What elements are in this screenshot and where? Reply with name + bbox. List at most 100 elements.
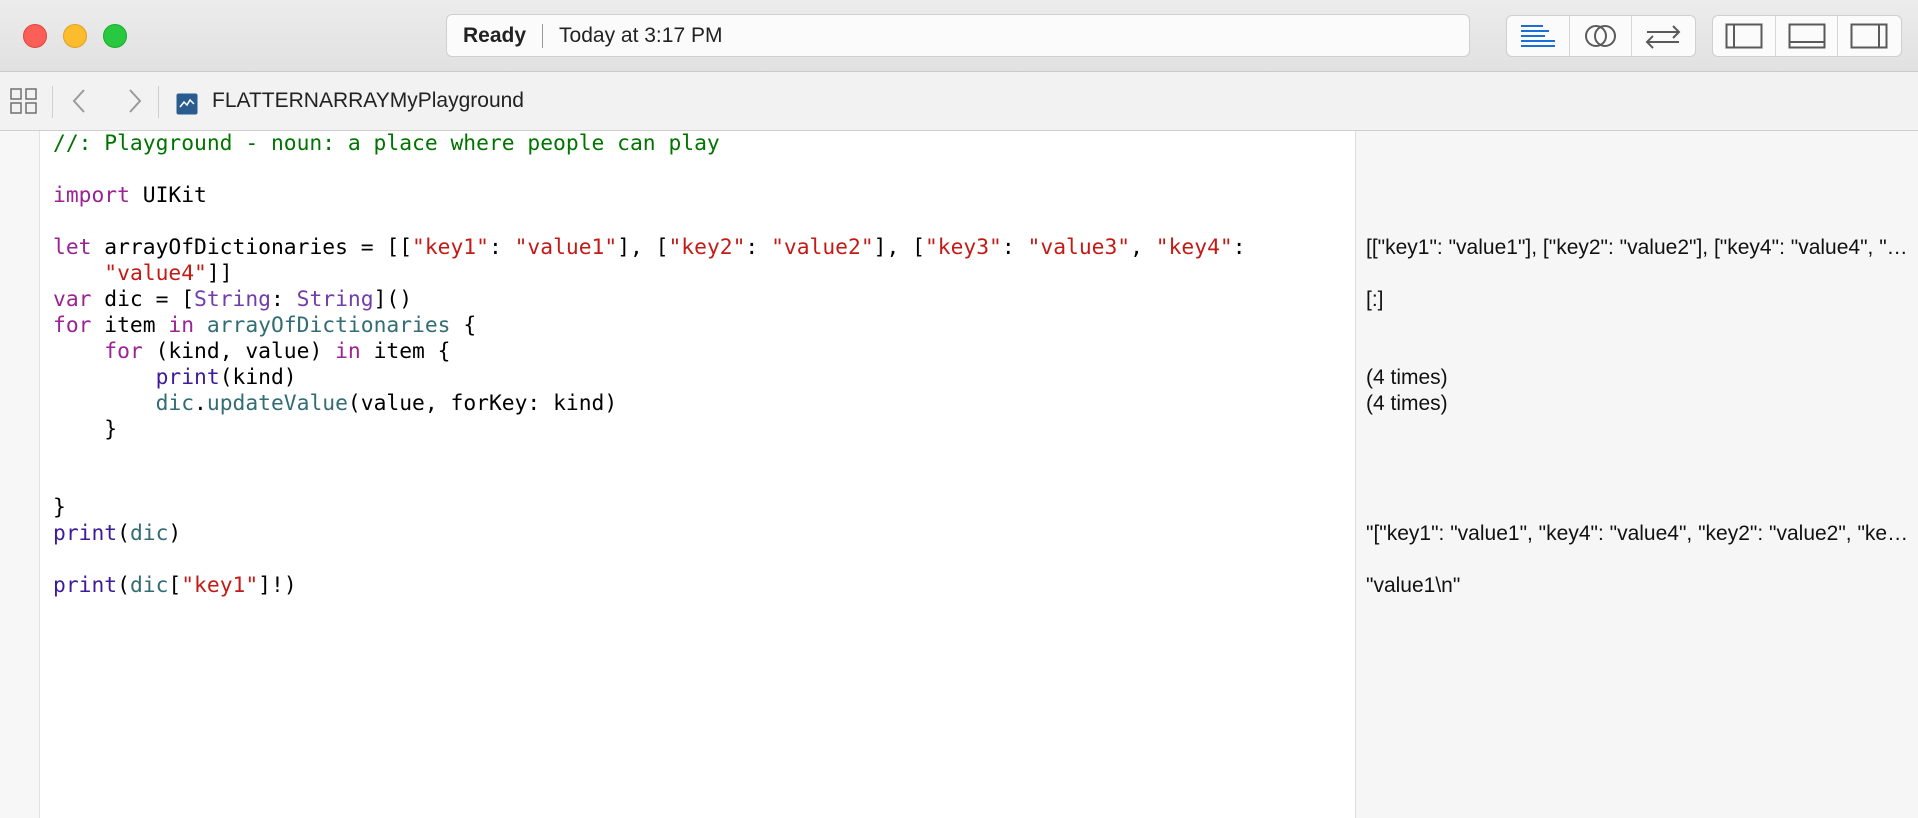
- left-panel-icon: [1725, 23, 1763, 49]
- code-token: print: [155, 365, 220, 390]
- code-line[interactable]: dic.updateValue(value, forKey: kind): [53, 391, 1353, 417]
- code-token: let: [53, 235, 92, 260]
- code-line[interactable]: [53, 157, 1353, 183]
- result-value[interactable]: (4 times): [1366, 391, 1916, 417]
- results-sidebar: [["key1": "value1"], ["key2": "value2"],…: [1355, 131, 1918, 818]
- code-token: in: [168, 313, 195, 338]
- code-token: [: [168, 573, 182, 598]
- jump-bar: FLATTERNARRAYMyPlayground: [0, 72, 1918, 131]
- code-token: ]!): [258, 573, 297, 598]
- code-token: (: [117, 573, 130, 598]
- code-line[interactable]: [53, 547, 1353, 573]
- file-breadcrumb[interactable]: FLATTERNARRAYMyPlayground: [212, 88, 524, 114]
- playground-icon: [176, 93, 198, 115]
- close-window-button[interactable]: [23, 24, 47, 48]
- result-value[interactable]: (4 times): [1366, 365, 1916, 391]
- navigate-forward-button[interactable]: [124, 88, 146, 114]
- code-editor[interactable]: //: Playground - noun: a place where peo…: [53, 131, 1353, 599]
- code-token: (value, forKey: kind): [347, 391, 618, 416]
- code-token: updateValue: [206, 391, 348, 416]
- toggle-utilities-button[interactable]: [1837, 16, 1899, 56]
- result-value[interactable]: [["key1": "value1"], ["key2": "value2"],…: [1366, 235, 1916, 261]
- code-token: dic = [: [91, 287, 195, 312]
- assistant-editor-icon: [1584, 25, 1616, 47]
- code-token: String: [296, 287, 374, 312]
- code-token: //: Playground - noun: a place where peo…: [53, 131, 720, 156]
- code-line[interactable]: print(kind): [53, 365, 1353, 391]
- code-token: for: [104, 339, 143, 364]
- code-token: ): [168, 521, 182, 546]
- assistant-editor-button[interactable]: [1569, 16, 1631, 56]
- standard-editor-button[interactable]: [1507, 16, 1569, 56]
- code-line[interactable]: for (kind, value) in item {: [53, 339, 1353, 365]
- code-token: import: [53, 183, 130, 208]
- code-token: (: [117, 521, 130, 546]
- code-line[interactable]: var dic = [String: String](): [53, 287, 1353, 313]
- status-timestamp: Today at 3:17 PM: [559, 23, 723, 47]
- code-line[interactable]: [53, 469, 1353, 495]
- code-token: String: [194, 287, 271, 312]
- chevron-left-icon: [72, 89, 85, 113]
- code-line[interactable]: let arrayOfDictionaries = [["key1": "val…: [53, 235, 1353, 261]
- code-token: item {: [360, 339, 451, 364]
- code-line[interactable]: print(dic["key1"]!): [53, 573, 1353, 599]
- code-token: ,: [1130, 235, 1156, 260]
- version-editor-button[interactable]: [1631, 16, 1693, 56]
- minimize-window-button[interactable]: [63, 24, 87, 48]
- code-token: .: [194, 391, 207, 416]
- code-token: arrayOfDictionaries = [[: [91, 235, 413, 260]
- code-token: print: [53, 573, 118, 598]
- code-token: var: [53, 287, 92, 312]
- code-token: for: [53, 313, 92, 338]
- code-line[interactable]: [53, 443, 1353, 469]
- jump-bar-divider: [158, 86, 159, 118]
- code-line[interactable]: for item in arrayOfDictionaries {: [53, 313, 1353, 339]
- code-token: {: [450, 313, 477, 338]
- related-items-button[interactable]: [10, 88, 38, 114]
- title-bar: Ready Today at 3:17 PM: [0, 0, 1918, 72]
- code-token: "key1": [181, 573, 259, 598]
- code-line[interactable]: "value4"]]: [53, 261, 1353, 287]
- code-line[interactable]: //: Playground - noun: a place where peo…: [53, 131, 1353, 157]
- code-token: in: [335, 339, 361, 364]
- code-token: :: [488, 235, 515, 260]
- code-token: :: [1232, 235, 1246, 260]
- code-token: (kind): [219, 365, 297, 390]
- jump-bar-divider: [52, 86, 53, 118]
- navigate-back-button[interactable]: [68, 88, 90, 114]
- code-line[interactable]: print(dic): [53, 521, 1353, 547]
- code-line[interactable]: [53, 209, 1353, 235]
- code-token: ], [: [873, 235, 925, 260]
- zoom-window-button[interactable]: [103, 24, 127, 48]
- code-token: "value3": [1027, 235, 1131, 260]
- code-token: }: [53, 417, 118, 442]
- code-token: "value4": [104, 261, 207, 286]
- toggle-debug-area-button[interactable]: [1775, 16, 1837, 56]
- code-token: :: [745, 235, 772, 260]
- code-token: dic: [129, 521, 169, 546]
- code-token: dic: [129, 573, 169, 598]
- result-value[interactable]: [:]: [1366, 287, 1916, 313]
- activity-status-bar: Ready Today at 3:17 PM: [446, 14, 1470, 57]
- related-items-grid-icon: [10, 88, 37, 114]
- code-line[interactable]: import UIKit: [53, 183, 1353, 209]
- version-editor-icon: [1645, 25, 1680, 49]
- status-text: Ready: [463, 23, 527, 47]
- bottom-panel-icon: [1788, 23, 1825, 49]
- standard-editor-icon: [1521, 25, 1555, 47]
- code-line[interactable]: }: [53, 495, 1353, 521]
- status-divider: [542, 23, 544, 48]
- code-token: item: [91, 313, 169, 338]
- result-value[interactable]: "["key1": "value1", "key4": "value4", "k…: [1366, 521, 1916, 547]
- code-line[interactable]: }: [53, 417, 1353, 443]
- code-token: print: [53, 521, 118, 546]
- result-value[interactable]: "value1\n": [1366, 573, 1916, 599]
- code-token: "key2": [668, 235, 746, 260]
- code-token: ](): [373, 287, 413, 312]
- toggle-navigator-button[interactable]: [1713, 16, 1775, 56]
